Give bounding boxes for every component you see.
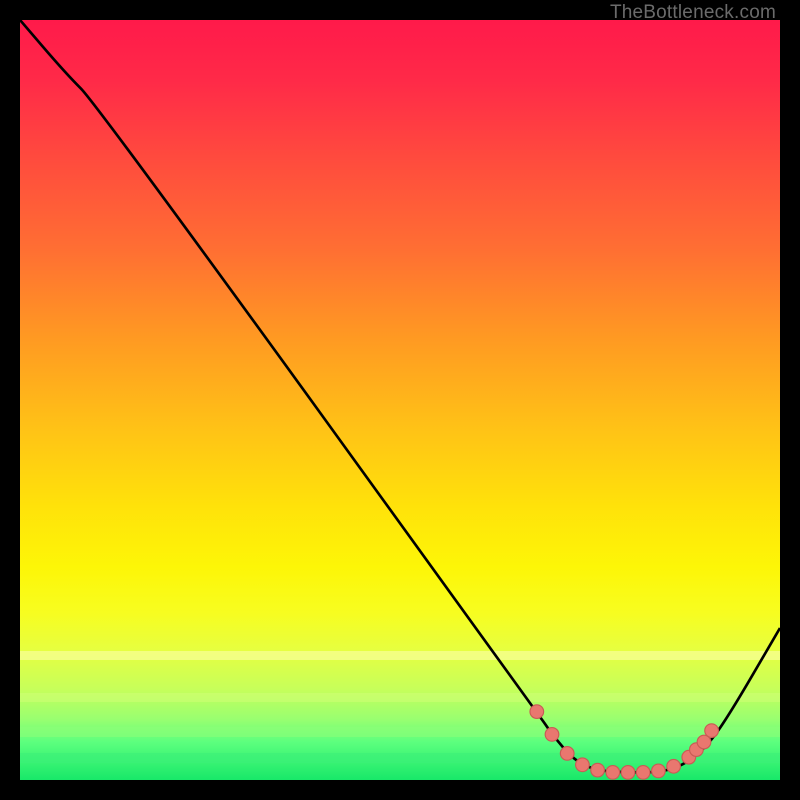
curve-marker [606, 766, 620, 780]
curve-marker [530, 705, 544, 719]
curve-marker [667, 759, 681, 773]
curve-marker [576, 758, 590, 772]
bottleneck-curve [20, 20, 780, 772]
curve-marker [652, 764, 666, 778]
plot-area [20, 20, 780, 780]
curve-marker [591, 763, 605, 777]
curve-marker [705, 724, 719, 738]
curve-marker [560, 747, 574, 761]
curve-svg [20, 20, 780, 780]
chart-frame: TheBottleneck.com [0, 0, 800, 800]
curve-marker [621, 766, 635, 780]
curve-marker [545, 728, 559, 742]
curve-marker [636, 766, 650, 780]
